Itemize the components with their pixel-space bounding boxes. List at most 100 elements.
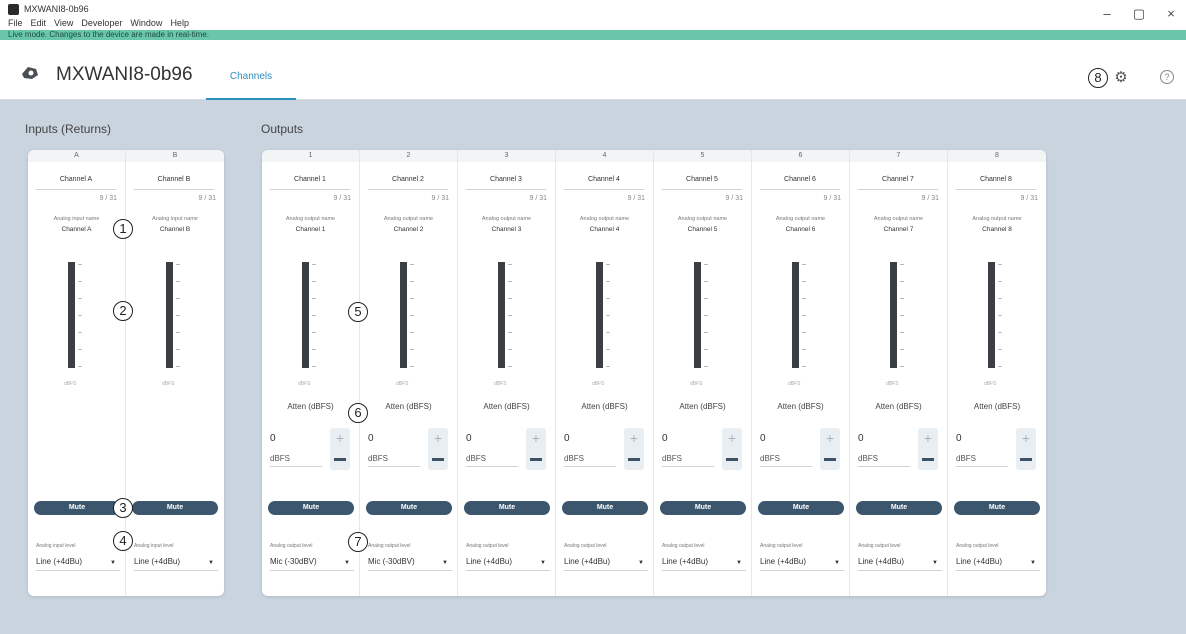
column-header: 4 xyxy=(556,150,653,162)
channel-name-field[interactable]: Channel 6 xyxy=(760,176,840,190)
minimize-button[interactable]: – xyxy=(1099,6,1115,21)
channel-type-label: Analog output name xyxy=(873,216,924,222)
mute-button[interactable]: Mute xyxy=(366,501,452,515)
mute-button[interactable]: Mute xyxy=(464,501,550,515)
gear-icon[interactable]: ⚙ xyxy=(1114,70,1128,85)
level-value: Line (+4dBu) xyxy=(858,557,905,566)
char-count: 9 / 31 xyxy=(99,195,117,202)
meter-tick xyxy=(900,332,904,333)
plus-icon[interactable]: + xyxy=(918,429,938,447)
level-select[interactable]: Line (+4dBu) ▼ xyxy=(760,557,844,571)
plus-icon[interactable]: + xyxy=(428,429,448,447)
level-select[interactable]: Line (+4dBu) ▼ xyxy=(858,557,942,571)
plus-icon[interactable]: + xyxy=(330,429,350,447)
level-select[interactable]: Line (+4dBu) ▼ xyxy=(134,557,218,571)
meter-tick xyxy=(176,264,180,265)
minus-icon[interactable] xyxy=(628,458,640,461)
channel-name-field[interactable]: Channel 5 xyxy=(662,176,742,190)
level-value: Line (+4dBu) xyxy=(564,557,611,566)
level-meter xyxy=(694,262,701,368)
channel-name-field[interactable]: Channel A xyxy=(36,176,116,190)
mute-button[interactable]: Mute xyxy=(660,501,746,515)
menu-window[interactable]: Window xyxy=(130,18,162,28)
atten-label: Atten (dBFS) xyxy=(385,402,432,411)
menu-help[interactable]: Help xyxy=(170,18,189,28)
menu-view[interactable]: View xyxy=(54,18,73,28)
meter-tick xyxy=(998,332,1002,333)
atten-input[interactable]: 0 xyxy=(858,433,908,444)
level-select[interactable]: Line (+4dBu) ▼ xyxy=(564,557,648,571)
channel-name-field[interactable]: Channel 4 xyxy=(564,176,644,190)
mute-button[interactable]: Mute xyxy=(562,501,648,515)
level-select[interactable]: Mic (-30dBV) ▼ xyxy=(368,557,452,571)
level-select[interactable]: Line (+4dBu) ▼ xyxy=(662,557,746,571)
atten-input[interactable]: 0 xyxy=(270,433,320,444)
mute-button[interactable]: Mute xyxy=(34,501,120,515)
atten-input[interactable]: 0 xyxy=(368,433,418,444)
plus-icon[interactable]: + xyxy=(820,429,840,447)
meter-tick xyxy=(704,349,708,350)
atten-input[interactable]: 0 xyxy=(466,433,516,444)
maximize-button[interactable]: ▢ xyxy=(1131,6,1147,22)
plus-icon[interactable]: + xyxy=(624,429,644,447)
channel-type-label: Analog input name xyxy=(53,216,100,222)
help-icon[interactable]: ? xyxy=(1160,70,1174,84)
close-button[interactable]: × xyxy=(1163,6,1179,21)
channel-name-field[interactable]: Channel 8 xyxy=(956,176,1036,190)
callout-5: 5 xyxy=(348,302,368,322)
channel-name-field[interactable]: Channel 7 xyxy=(858,176,938,190)
channel-name-field[interactable]: Channel 3 xyxy=(466,176,546,190)
atten-input[interactable]: 0 xyxy=(760,433,810,444)
meter-tick xyxy=(900,349,904,350)
atten-input[interactable]: 0 xyxy=(956,433,1006,444)
meter-tick xyxy=(78,315,82,316)
mute-button[interactable]: Mute xyxy=(132,501,218,515)
minus-icon[interactable] xyxy=(726,458,738,461)
meter-tick xyxy=(176,281,180,282)
minus-icon[interactable] xyxy=(530,458,542,461)
minus-icon[interactable] xyxy=(334,458,346,461)
window-title: MXWANI8-0b96 xyxy=(24,4,89,14)
atten-stepper: + xyxy=(624,428,644,470)
tab-channels[interactable]: Channels xyxy=(206,64,296,100)
channel-name-field[interactable]: Channel 2 xyxy=(368,176,448,190)
meter-tick xyxy=(508,332,512,333)
meter-tick xyxy=(998,315,1002,316)
atten-input[interactable]: 0 xyxy=(662,433,712,444)
level-select[interactable]: Line (+4dBu) ▼ xyxy=(466,557,550,571)
level-select[interactable]: Line (+4dBu) ▼ xyxy=(36,557,120,571)
channel-name-field[interactable]: Channel 1 xyxy=(270,176,350,190)
meter-tick xyxy=(704,366,708,367)
channel-sub-name: Channel 6 xyxy=(785,226,816,233)
minus-icon[interactable] xyxy=(922,458,934,461)
minus-icon[interactable] xyxy=(824,458,836,461)
plus-icon[interactable]: + xyxy=(526,429,546,447)
meter-tick xyxy=(704,281,708,282)
plus-icon[interactable]: + xyxy=(1016,429,1036,447)
atten-input[interactable]: 0 xyxy=(564,433,614,444)
mute-button[interactable]: Mute xyxy=(954,501,1040,515)
mute-button[interactable]: Mute xyxy=(856,501,942,515)
menu-edit[interactable]: Edit xyxy=(31,18,47,28)
channel-name-field[interactable]: Channel B xyxy=(134,176,214,190)
column-header: 5 xyxy=(654,150,751,162)
minus-icon[interactable] xyxy=(432,458,444,461)
mute-button[interactable]: Mute xyxy=(758,501,844,515)
meter-scale xyxy=(176,262,186,368)
column-header: 6 xyxy=(752,150,849,162)
meter-scale xyxy=(998,262,1008,368)
atten-stepper: + xyxy=(820,428,840,470)
callout-6: 6 xyxy=(348,403,368,423)
mute-button[interactable]: Mute xyxy=(268,501,354,515)
minus-icon[interactable] xyxy=(1020,458,1032,461)
callout-8: 8 xyxy=(1088,68,1108,88)
level-select[interactable]: Mic (-30dBV) ▼ xyxy=(270,557,354,571)
level-value: Line (+4dBu) xyxy=(134,557,181,566)
channel-type-label: Analog input name xyxy=(152,216,198,222)
menu-file[interactable]: File xyxy=(8,18,23,28)
level-select[interactable]: Line (+4dBu) ▼ xyxy=(956,557,1040,571)
channel-type-label: Analog output name xyxy=(677,216,728,222)
menu-developer[interactable]: Developer xyxy=(81,18,122,28)
plus-icon[interactable]: + xyxy=(722,429,742,447)
channel-type-label: Analog output name xyxy=(579,216,630,222)
